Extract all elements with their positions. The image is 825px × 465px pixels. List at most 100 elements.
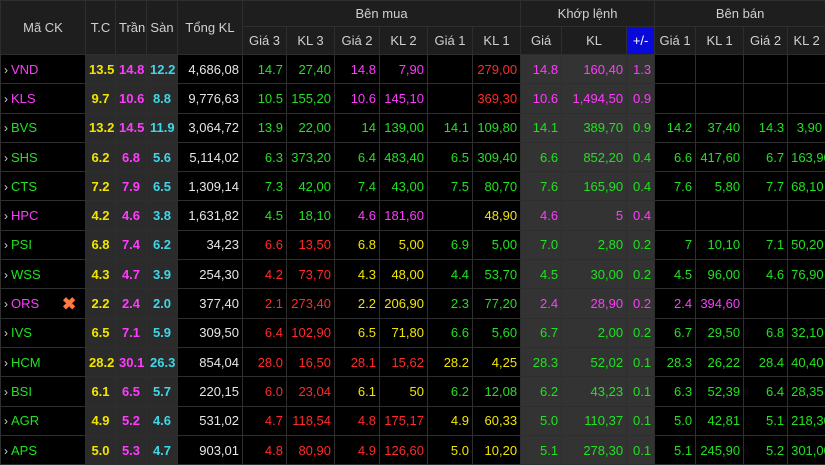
buy-price-3-cell[interactable]: 4.8 [243, 435, 287, 464]
header-buy-vol-3[interactable]: KL 3 [287, 27, 335, 55]
sell-price-2-cell[interactable]: 5.1 [744, 406, 788, 435]
sell-price-1-cell[interactable]: 6.7 [655, 318, 696, 347]
table-row[interactable]: ›VND13.514.812.24,686,0814.727,4014.87,9… [1, 55, 825, 84]
chevron-right-icon[interactable]: › [4, 444, 8, 458]
sell-price-2-cell[interactable]: 6.7 [744, 142, 788, 171]
sell-price-1-cell[interactable]: 2.4 [655, 289, 696, 318]
chevron-right-icon[interactable]: › [4, 326, 8, 340]
header-total-volume[interactable]: Tổng KL [178, 1, 243, 55]
table-row[interactable]: ›BVS13.214.511.93,064,7213.922,0014139,0… [1, 113, 825, 142]
table-row[interactable]: ›HPC4.24.63.81,631,824.518,104.6181,6048… [1, 201, 825, 230]
table-row[interactable]: ›KLS9.710.68.89,776,6310.5155,2010.6145,… [1, 84, 825, 113]
sell-price-2-cell[interactable]: 14.3 [744, 113, 788, 142]
sell-price-1-cell[interactable]: 6.6 [655, 142, 696, 171]
chevron-right-icon[interactable]: › [4, 414, 8, 428]
buy-price-1-cell[interactable]: 5.0 [428, 435, 473, 464]
chevron-right-icon[interactable]: › [4, 297, 8, 311]
sell-price-1-cell[interactable]: 28.3 [655, 347, 696, 376]
table-row[interactable]: ›WSS4.34.73.9254,304.273,704.348,004.453… [1, 260, 825, 289]
buy-price-3-cell[interactable]: 2.1 [243, 289, 287, 318]
buy-price-2-cell[interactable]: 28.1 [335, 347, 380, 376]
symbol-cell[interactable]: ›IVS [1, 318, 86, 347]
table-row[interactable]: ›APS5.05.34.7903,014.880,904.9126,605.01… [1, 435, 825, 464]
sell-price-1-cell[interactable]: 7 [655, 230, 696, 259]
buy-price-3-cell[interactable]: 7.3 [243, 172, 287, 201]
header-change[interactable]: +/- [627, 27, 655, 55]
buy-price-1-cell[interactable] [428, 55, 473, 84]
buy-price-1-cell[interactable]: 6.9 [428, 230, 473, 259]
sell-price-2-cell[interactable]: 6.8 [744, 318, 788, 347]
symbol-cell[interactable]: ›CTS [1, 172, 86, 201]
chevron-right-icon[interactable]: › [4, 180, 8, 194]
buy-price-1-cell[interactable]: 7.5 [428, 172, 473, 201]
cross-icon[interactable]: ✖ [62, 295, 76, 312]
symbol-cell[interactable]: ›KLS [1, 84, 86, 113]
sell-price-2-cell[interactable]: 6.4 [744, 377, 788, 406]
buy-price-2-cell[interactable]: 14.8 [335, 55, 380, 84]
buy-price-3-cell[interactable]: 4.7 [243, 406, 287, 435]
buy-price-2-cell[interactable]: 4.8 [335, 406, 380, 435]
sell-price-2-cell[interactable]: 5.2 [744, 435, 788, 464]
buy-price-2-cell[interactable]: 4.9 [335, 435, 380, 464]
table-row[interactable]: ›HCM28.230.126.3854,0428.016,5028.115,62… [1, 347, 825, 376]
symbol-cell[interactable]: ›HCM [1, 347, 86, 376]
buy-price-3-cell[interactable]: 6.0 [243, 377, 287, 406]
table-row[interactable]: ›ORS✖2.22.42.0377,402.1273,402.2206,902.… [1, 289, 825, 318]
header-ceil[interactable]: Trần [116, 1, 147, 55]
sell-price-2-cell[interactable]: 7.7 [744, 172, 788, 201]
chevron-right-icon[interactable]: › [4, 63, 8, 77]
buy-price-3-cell[interactable]: 14.7 [243, 55, 287, 84]
symbol-cell[interactable]: ›AGR [1, 406, 86, 435]
sell-price-1-cell[interactable] [655, 201, 696, 230]
chevron-right-icon[interactable]: › [4, 121, 8, 135]
buy-price-2-cell[interactable]: 7.4 [335, 172, 380, 201]
buy-price-1-cell[interactable]: 2.3 [428, 289, 473, 318]
buy-price-2-cell[interactable]: 6.5 [335, 318, 380, 347]
buy-price-2-cell[interactable]: 10.6 [335, 84, 380, 113]
buy-price-1-cell[interactable] [428, 201, 473, 230]
sell-price-2-cell[interactable] [744, 201, 788, 230]
sell-price-1-cell[interactable]: 4.5 [655, 260, 696, 289]
buy-price-3-cell[interactable]: 6.3 [243, 142, 287, 171]
buy-price-3-cell[interactable]: 4.5 [243, 201, 287, 230]
sell-price-2-cell[interactable]: 7.1 [744, 230, 788, 259]
header-buy-price-3[interactable]: Giá 3 [243, 27, 287, 55]
buy-price-3-cell[interactable]: 6.4 [243, 318, 287, 347]
buy-price-2-cell[interactable]: 14 [335, 113, 380, 142]
buy-price-1-cell[interactable]: 28.2 [428, 347, 473, 376]
sell-price-2-cell[interactable]: 28.4 [744, 347, 788, 376]
buy-price-3-cell[interactable]: 28.0 [243, 347, 287, 376]
buy-price-2-cell[interactable]: 2.2 [335, 289, 380, 318]
symbol-cell[interactable]: ›APS [1, 435, 86, 464]
symbol-cell[interactable]: ›BSI [1, 377, 86, 406]
header-buy-vol-2[interactable]: KL 2 [380, 27, 428, 55]
table-row[interactable]: ›AGR4.95.24.6531,024.7118,544.8175,174.9… [1, 406, 825, 435]
chevron-right-icon[interactable]: › [4, 209, 8, 223]
chevron-right-icon[interactable]: › [4, 385, 8, 399]
buy-price-2-cell[interactable]: 4.3 [335, 260, 380, 289]
table-row[interactable]: ›BSI6.16.55.7220,156.023,046.1506.212,08… [1, 377, 825, 406]
buy-price-3-cell[interactable]: 13.9 [243, 113, 287, 142]
buy-price-1-cell[interactable]: 6.2 [428, 377, 473, 406]
sell-price-1-cell[interactable] [655, 84, 696, 113]
chevron-right-icon[interactable]: › [4, 238, 8, 252]
header-sell-price-2[interactable]: Giá 2 [744, 27, 788, 55]
buy-price-2-cell[interactable]: 6.8 [335, 230, 380, 259]
table-row[interactable]: ›CTS7.27.96.51,309,147.342,007.443,007.5… [1, 172, 825, 201]
sell-price-1-cell[interactable]: 7.6 [655, 172, 696, 201]
buy-price-3-cell[interactable]: 4.2 [243, 260, 287, 289]
sell-price-2-cell[interactable]: 4.6 [744, 260, 788, 289]
buy-price-1-cell[interactable]: 4.9 [428, 406, 473, 435]
symbol-cell[interactable]: ›HPC [1, 201, 86, 230]
table-row[interactable]: ›SHS6.26.85.65,114,026.3373,206.4483,406… [1, 142, 825, 171]
buy-price-1-cell[interactable]: 6.5 [428, 142, 473, 171]
chevron-right-icon[interactable]: › [4, 92, 8, 106]
table-row[interactable]: ›PSI6.87.46.234,236.613,506.85,006.95,00… [1, 230, 825, 259]
symbol-cell[interactable]: ›ORS✖ [1, 289, 86, 318]
sell-price-1-cell[interactable] [655, 55, 696, 84]
header-sell-price-1[interactable]: Giá 1 [655, 27, 696, 55]
buy-price-1-cell[interactable]: 6.6 [428, 318, 473, 347]
chevron-right-icon[interactable]: › [4, 268, 8, 282]
sell-price-2-cell[interactable] [744, 289, 788, 318]
header-buy-price-2[interactable]: Giá 2 [335, 27, 380, 55]
